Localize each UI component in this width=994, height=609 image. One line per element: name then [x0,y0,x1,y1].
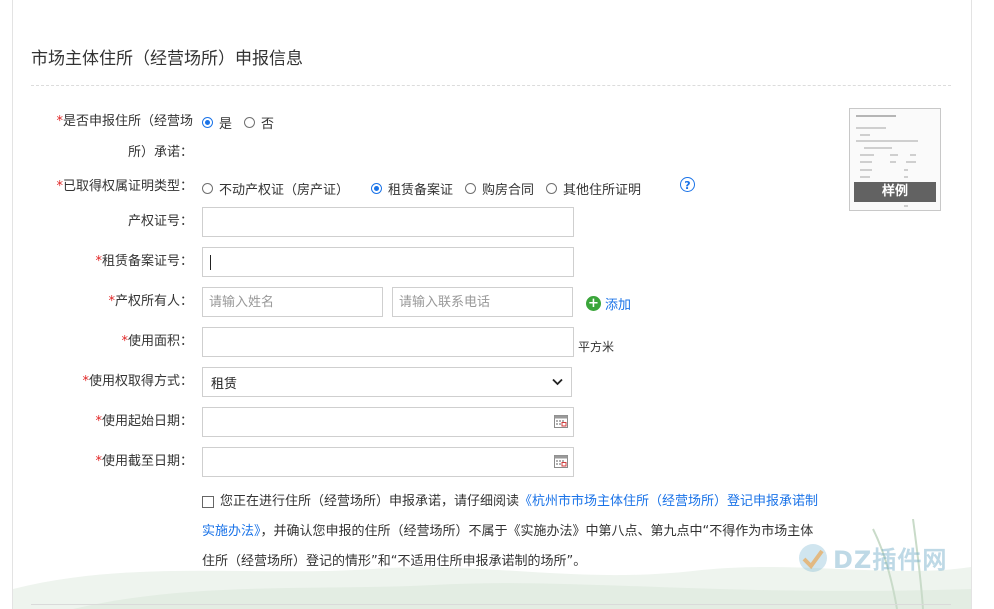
question-circle-icon[interactable]: ? [680,177,695,192]
proof-type-radio-group: 不动产权证（房产证） 租赁备案证 购房合同 其他住所证明 [202,179,653,198]
calendar-icon[interactable] [554,415,568,428]
end-date-input[interactable] [202,447,574,477]
area-input[interactable] [202,327,574,357]
title-divider [31,85,951,86]
sample-label: 样例 [854,182,936,202]
proof-type-lease-radio[interactable]: 租赁备案证 [371,179,453,198]
owner-name-input[interactable] [202,287,383,317]
acquire-method-label: *使用权取得方式： [82,374,193,389]
area-label: *使用面积： [121,334,193,349]
promise-yes-radio[interactable]: 是 [202,113,232,132]
proof-type-other-radio[interactable]: 其他住所证明 [546,179,641,198]
promise-label-cont: 所）承诺： [127,145,193,160]
acquire-method-select[interactable]: 租赁 [202,367,572,397]
area-unit: 平方米 [578,340,615,354]
lease-record-input[interactable] [202,247,574,277]
radio-unchecked-icon [202,183,213,194]
radio-checked-icon [202,117,213,128]
chevron-down-icon [552,378,563,386]
declaration-line-1: 您正在进行住所（经营场所）申报承诺，请仔细阅读《杭州市市场主体住所（经营场所）登… [220,494,819,509]
start-date-input[interactable] [202,407,574,437]
owner-label: *产权所有人： [108,294,193,309]
proof-type-label: *已取得权属证明类型： [56,179,193,194]
property-cert-input[interactable] [202,207,574,237]
bottom-divider [31,604,951,605]
text-caret [210,255,211,270]
declaration-checkbox[interactable] [202,496,214,508]
promise-label: *是否申报住所（经营场 [56,114,193,129]
radio-checked-icon [371,183,383,194]
acquire-method-value: 租赁 [211,376,238,392]
watermark-logo-icon [799,543,827,572]
watermark-text: DZ插件网 [833,546,948,574]
end-date-label: *使用截至日期： [95,454,193,469]
plus-circle-icon: + [586,296,601,311]
calendar-icon[interactable] [554,455,568,468]
promise-radio-group: 是 否 [202,113,286,132]
property-cert-label: 产权证号： [127,214,193,229]
watermark: DZ插件网 [797,540,947,575]
proof-type-realestate-radio[interactable]: 不动产权证（房产证） [202,179,349,198]
radio-unchecked-icon [244,117,256,128]
radio-unchecked-icon [465,183,477,194]
section-title: 市场主体住所（经营场所）申报信息 [31,49,303,69]
add-owner-button[interactable]: + 添加 [586,294,631,313]
promise-no-radio[interactable]: 否 [244,113,274,132]
owner-phone-input[interactable] [392,287,573,317]
measures-link[interactable]: 《杭州市市场主体住所（经营场所）登记申报承诺制 [519,494,818,509]
proof-type-purchase-radio[interactable]: 购房合同 [465,179,534,198]
radio-unchecked-icon [546,183,558,194]
form-panel: 市场主体住所（经营场所）申报信息 *是否申报住所（经营场 所）承诺： 是 否 *… [12,0,972,609]
start-date-label: *使用起始日期： [95,414,193,429]
sample-thumbnail[interactable]: 样例 [849,108,941,211]
declaration-line-2: 实施办法》，并确认您申报的住所（经营场所）不属于《实施办法》中第八点、第九点中“… [202,524,814,539]
lease-record-label: *租赁备案证号： [95,254,193,269]
measures-link-cont[interactable]: 实施办法》 [202,524,261,539]
